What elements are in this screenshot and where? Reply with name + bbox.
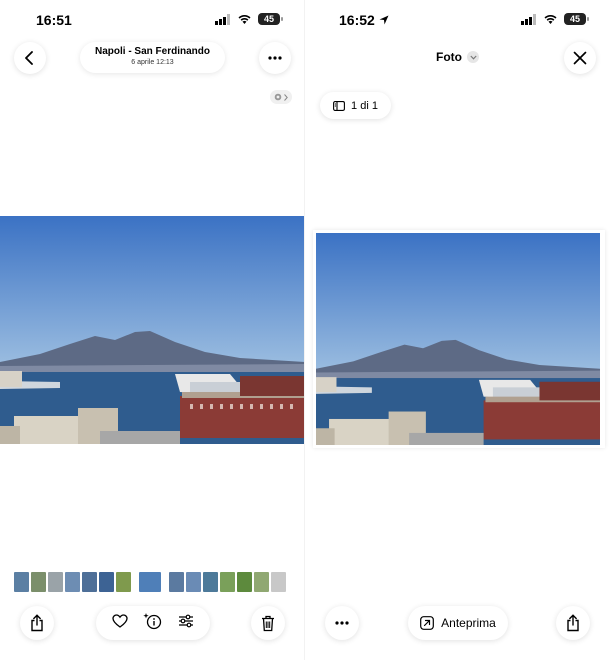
chevron-right-icon (284, 93, 288, 101)
thumbnail[interactable] (203, 572, 218, 592)
thumbnail[interactable] (48, 572, 63, 592)
photo-date-subtitle: 6 aprile 12:13 (131, 59, 174, 66)
more-actions-button[interactable] (325, 606, 359, 640)
thumbnail[interactable] (169, 572, 184, 592)
signal-icon (215, 13, 230, 25)
close-icon (573, 51, 587, 65)
thumbnail[interactable] (82, 572, 97, 592)
preview-button-label: Anteprima (441, 616, 496, 630)
page-indicator-label: 1 di 1 (351, 99, 378, 112)
share-icon (31, 614, 43, 632)
status-icons: 45 (215, 13, 283, 25)
photo-location-title: Napoli - San Ferdinando (94, 46, 210, 57)
thumbnail[interactable] (31, 572, 46, 592)
heart-icon (112, 613, 128, 628)
photo-actions-pill (96, 606, 210, 640)
preview-button[interactable]: Anteprima (408, 606, 508, 640)
foto-menu-title[interactable]: Foto (436, 50, 479, 64)
live-photo-icon (274, 93, 282, 101)
close-button[interactable] (564, 42, 596, 74)
status-time: 16:52 (339, 12, 375, 28)
arrow-up-right-icon (420, 616, 435, 630)
sidebar-icon (333, 100, 345, 111)
battery-indicator: 45 (258, 13, 283, 25)
wifi-icon (238, 14, 251, 24)
photo-title-pill[interactable]: Napoli - San Ferdinando 6 aprile 12:13 (80, 42, 225, 73)
thumbnail[interactable] (271, 572, 286, 592)
thumbnail[interactable] (65, 572, 80, 592)
share-icon (567, 614, 579, 632)
favorite-button[interactable] (112, 613, 128, 633)
thumbnail[interactable] (220, 572, 235, 592)
more-options-button[interactable] (259, 42, 291, 74)
photo-preview-frame[interactable] (313, 230, 605, 448)
sliders-icon (179, 614, 194, 627)
page-indicator-pill[interactable]: 1 di 1 (320, 92, 391, 119)
trash-icon (262, 615, 274, 631)
share-button[interactable] (556, 606, 590, 640)
status-time: 16:51 (36, 12, 72, 28)
live-photo-badge[interactable] (270, 90, 292, 104)
right-phone-screen: 16:52 45 Foto 1 di 1 Anteprima (305, 0, 610, 660)
battery-indicator: 45 (564, 13, 589, 25)
ellipsis-icon (335, 621, 349, 625)
chevron-down-icon (467, 51, 479, 63)
thumbnail[interactable] (186, 572, 201, 592)
thumbnail[interactable] (116, 572, 131, 592)
thumbnail-selected[interactable] (139, 572, 161, 592)
delete-button[interactable] (251, 606, 285, 640)
preview-photo (316, 233, 600, 445)
foto-title-label: Foto (436, 50, 462, 64)
thumbnail-strip[interactable] (14, 572, 286, 592)
main-photo[interactable] (0, 216, 305, 444)
thumbnail[interactable] (99, 572, 114, 592)
left-phone-screen: 16:51 45 Napoli - San Ferdinando 6 april… (0, 0, 305, 660)
location-arrow-icon (379, 15, 389, 25)
ellipsis-icon (268, 56, 282, 60)
info-sparkle-icon (143, 612, 162, 629)
status-time-group: 16:52 (339, 12, 389, 28)
share-button[interactable] (20, 606, 54, 640)
info-button[interactable] (143, 612, 163, 635)
back-button[interactable] (14, 42, 46, 74)
signal-icon (521, 13, 536, 25)
chevron-left-icon (25, 51, 33, 65)
thumbnail[interactable] (254, 572, 269, 592)
adjust-button[interactable] (178, 614, 194, 633)
status-icons: 45 (521, 13, 589, 25)
wifi-icon (544, 14, 557, 24)
thumbnail[interactable] (237, 572, 252, 592)
thumbnail[interactable] (14, 572, 29, 592)
